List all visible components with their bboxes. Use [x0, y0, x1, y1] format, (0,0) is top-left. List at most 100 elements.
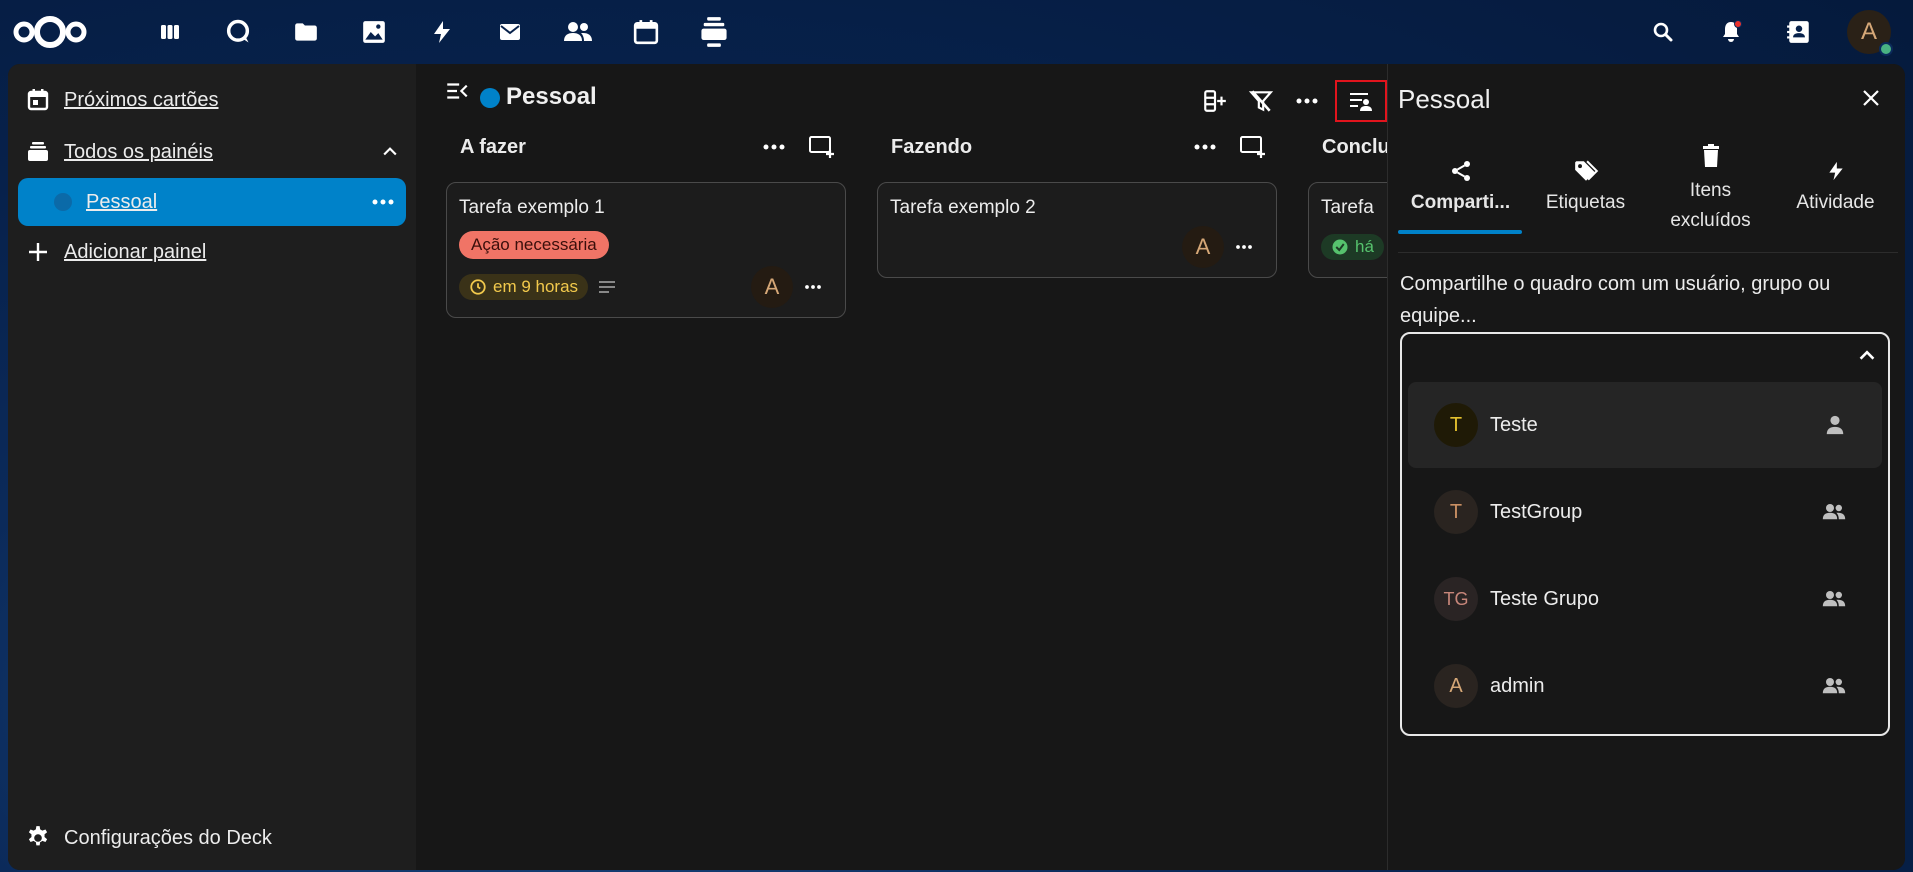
- share-option-name: Teste: [1490, 413, 1538, 436]
- dashboard-icon[interactable]: [146, 14, 194, 50]
- card[interactable]: Tarefa exemplo 1 Ação necessária em 9 ho…: [446, 182, 846, 318]
- photos-icon[interactable]: [350, 14, 398, 50]
- card-footer: há: [1321, 227, 1395, 267]
- tag-icon: [1573, 148, 1599, 184]
- nav-board-label: Pessoal: [86, 190, 158, 213]
- top-bar: A: [0, 0, 1913, 62]
- stack-header: A fazer: [446, 124, 846, 170]
- done-badge: há: [1321, 234, 1384, 260]
- files-icon[interactable]: [282, 14, 330, 50]
- clock-icon: [470, 279, 486, 295]
- card-assignee-avatar[interactable]: A: [751, 266, 793, 308]
- share-option-name: admin: [1490, 674, 1545, 697]
- card-footer: A: [890, 226, 1264, 268]
- share-option-name: TestGroup: [1490, 500, 1583, 523]
- deck-icon[interactable]: [690, 14, 738, 50]
- mail-icon[interactable]: [486, 14, 534, 50]
- user-icon: [1824, 414, 1846, 436]
- collapse-chevron-up-icon[interactable]: [380, 142, 400, 162]
- deck-settings-label: Configurações do Deck: [64, 826, 272, 849]
- nav-add-board[interactable]: Adicionar painel: [18, 230, 414, 274]
- tab-divider: [1398, 252, 1898, 253]
- user-avatar[interactable]: A: [1847, 10, 1893, 56]
- share-icon: [1449, 148, 1473, 184]
- talk-icon[interactable]: [214, 14, 262, 50]
- search-icon[interactable]: [1639, 10, 1687, 54]
- share-option-avatar: A: [1434, 664, 1478, 708]
- stack-header: Fazendo: [877, 124, 1277, 170]
- nav-all-boards-label: Todos os painéis: [64, 140, 213, 163]
- card[interactable]: Tarefa exemplo 2 A: [877, 182, 1277, 278]
- sidebar-title: Pessoal: [1398, 84, 1491, 114]
- stack-more-icon[interactable]: [756, 129, 792, 165]
- card-footer: em 9 horas A: [459, 266, 833, 308]
- board-details-sharing-icon[interactable]: [1335, 80, 1387, 122]
- calendar-icon[interactable]: [622, 14, 670, 50]
- tab-activity-label: Atividade: [1796, 192, 1875, 213]
- top-right-menu: A: [1619, 10, 1913, 56]
- card-title: Tarefa exemplo 2: [890, 197, 1036, 218]
- stack-header: Conclu: [1308, 124, 1395, 170]
- contacts-icon[interactable]: [554, 14, 602, 50]
- card-title: Tarefa: [1321, 197, 1374, 218]
- tab-tags-label: Etiquetas: [1545, 192, 1626, 213]
- gear-icon: [22, 825, 54, 851]
- notifications-bell-icon[interactable]: [1707, 10, 1755, 54]
- stack-more-icon[interactable]: [1187, 129, 1223, 165]
- stack-column: Conclu Tarefa há: [1308, 124, 1395, 278]
- share-option[interactable]: TG Teste Grupo: [1408, 556, 1882, 642]
- check-circle-icon: [1332, 239, 1348, 255]
- share-option[interactable]: T TestGroup: [1408, 469, 1882, 555]
- description-icon: [598, 280, 616, 294]
- online-status-indicator: [1879, 42, 1893, 56]
- contacts-menu-icon[interactable]: [1775, 10, 1823, 54]
- card[interactable]: Tarefa há: [1308, 182, 1395, 278]
- stack-column: Fazendo Tarefa exemplo 2 A: [877, 124, 1277, 278]
- stack-title: Fazendo: [891, 135, 973, 158]
- share-option-avatar: TG: [1434, 577, 1478, 621]
- add-list-icon[interactable]: [1197, 83, 1233, 119]
- deck-settings-button[interactable]: Configurações do Deck: [22, 818, 272, 858]
- group-icon: [1822, 676, 1846, 696]
- tab-sharing-label: Comparti...: [1410, 192, 1511, 213]
- share-option-avatar: T: [1434, 490, 1478, 534]
- due-date-text: em 9 horas: [493, 277, 579, 296]
- nav-add-board-label: Adicionar painel: [64, 240, 207, 263]
- share-hint-text: Compartilhe o quadro com um usuário, gru…: [1400, 273, 1831, 327]
- card-assignee-avatar[interactable]: A: [1182, 226, 1224, 268]
- deck-icon: [18, 140, 58, 164]
- board-more-actions-icon[interactable]: [372, 198, 394, 206]
- card-label-badge: Ação necessária: [459, 231, 609, 259]
- stack-column: A fazer Tarefa exemplo 1 Ação necessária: [446, 124, 846, 318]
- board-title: Pessoal: [506, 83, 597, 110]
- calendar-today-icon: [18, 88, 58, 112]
- nav-all-boards[interactable]: Todos os painéis: [18, 130, 414, 174]
- board-more-icon[interactable]: [1289, 83, 1325, 119]
- nextcloud-logo-icon[interactable]: [12, 12, 88, 52]
- board-view: Pessoal A fazer Tarefa exemplo 1 Ação ne…: [416, 64, 1395, 870]
- done-text: há: [1355, 237, 1374, 256]
- toggle-navigation-icon[interactable]: [444, 78, 470, 104]
- nav-upcoming-cards[interactable]: Próximos cartões: [18, 78, 414, 122]
- share-option[interactable]: A admin: [1408, 643, 1882, 729]
- plus-icon: [18, 241, 58, 263]
- activity-icon[interactable]: [418, 14, 466, 50]
- share-select-dropdown[interactable]: T Teste T TestGroup TG Teste Grupo A adm…: [1400, 332, 1890, 736]
- close-icon[interactable]: [1853, 80, 1889, 116]
- share-option[interactable]: T Teste: [1408, 382, 1882, 468]
- chevron-up-icon[interactable]: [1856, 344, 1878, 366]
- nav-board-pessoal[interactable]: Pessoal: [18, 178, 406, 226]
- card-title: Tarefa exemplo 1: [459, 197, 605, 218]
- filter-off-icon[interactable]: [1243, 83, 1279, 119]
- app-menu: [146, 14, 738, 50]
- board-color-dot: [54, 193, 72, 211]
- stack-title: Conclu: [1322, 135, 1390, 158]
- add-card-icon[interactable]: [804, 129, 840, 165]
- board-color-dot: [480, 88, 500, 108]
- add-card-icon[interactable]: [1235, 129, 1271, 165]
- card-more-icon[interactable]: [1224, 227, 1264, 267]
- card-more-icon[interactable]: [793, 267, 833, 307]
- app-navigation: Próximos cartões Todos os painéis Pessoa…: [8, 64, 416, 870]
- app-content: Próximos cartões Todos os painéis Pessoa…: [8, 64, 1905, 870]
- stack-title: A fazer: [460, 135, 526, 158]
